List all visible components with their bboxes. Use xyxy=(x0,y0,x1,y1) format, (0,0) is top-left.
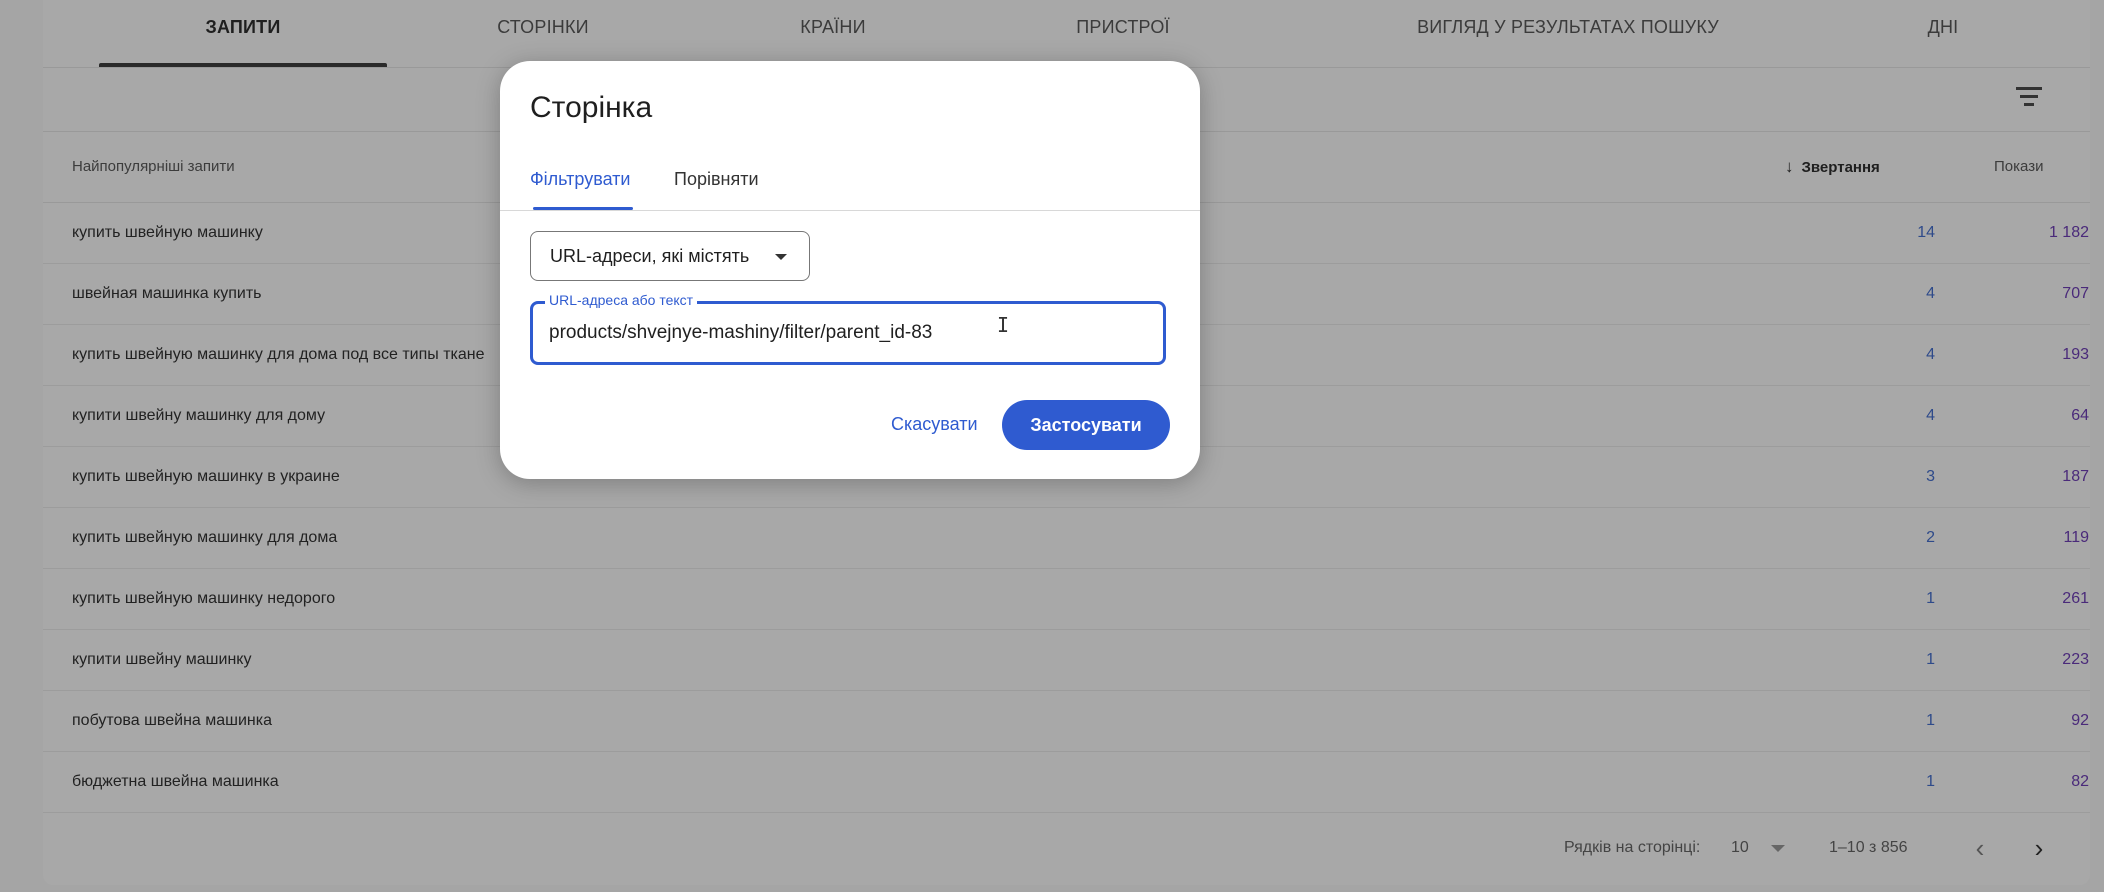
url-filter-input[interactable] xyxy=(549,316,1129,350)
query-cell: купить швейную машинку в украине xyxy=(72,468,340,485)
column-header-impressions[interactable]: Покази xyxy=(1994,132,2043,202)
rows-per-page-select[interactable]: 10 xyxy=(1731,818,1801,878)
table-row[interactable]: побутова швейна машинка 1 92 xyxy=(43,691,2090,752)
impressions-cell: 707 xyxy=(2062,285,2089,302)
tab-devices[interactable]: ПРИСТРОЇ xyxy=(1013,0,1233,54)
dialog-tabs: Фільтрувати Порівняти xyxy=(500,159,1200,211)
table-row[interactable]: купити швейну машинку 1 223 xyxy=(43,630,2090,691)
tab-filter[interactable]: Фільтрувати xyxy=(530,169,631,190)
query-cell: купить швейную машинку для дома под все … xyxy=(72,346,485,363)
tab-queries[interactable]: ЗАПИТИ xyxy=(99,0,387,54)
tab-days[interactable]: ДНІ xyxy=(1863,0,2023,54)
query-cell: купить швейную машинку xyxy=(72,224,263,241)
impressions-cell: 64 xyxy=(2071,407,2089,424)
match-type-value: URL-адреси, які містять xyxy=(550,246,750,266)
clicks-cell: 2 xyxy=(1926,529,1935,546)
filter-lines-icon[interactable] xyxy=(2016,87,2042,109)
rows-per-page-value: 10 xyxy=(1731,839,1749,856)
dialog-title: Сторінка xyxy=(530,91,653,124)
match-type-select[interactable]: URL-адреси, які містять xyxy=(530,231,810,281)
clicks-cell: 4 xyxy=(1926,346,1935,363)
clicks-cell: 4 xyxy=(1926,407,1935,424)
query-cell: купить швейную машинку для дома xyxy=(72,529,338,546)
clicks-cell: 14 xyxy=(1917,224,1935,241)
impressions-cell: 119 xyxy=(2063,529,2089,546)
impressions-cell: 92 xyxy=(2071,712,2089,729)
query-cell: швейная машинка купить xyxy=(72,285,262,302)
table-pagination: Рядків на сторінці: 10 1–10 з 856 ‹ › xyxy=(43,818,2090,878)
query-cell: купити швейну машинку для дому xyxy=(72,407,326,424)
query-cell: купити швейну машинку xyxy=(72,651,252,668)
tab-compare[interactable]: Порівняти xyxy=(674,169,759,190)
query-cell: бюджетна швейна машинка xyxy=(72,773,279,790)
table-row[interactable]: купить швейную машинку для дома 2 119 xyxy=(43,508,2090,569)
page-backdrop: ЗАПИТИ СТОРІНКИ КРАЇНИ ПРИСТРОЇ ВИГЛЯД У… xyxy=(0,0,2104,892)
page-range: 1–10 з 856 xyxy=(1829,839,1908,856)
impressions-cell: 193 xyxy=(2062,346,2089,363)
tab-countries[interactable]: КРАЇНИ xyxy=(733,0,933,54)
url-filter-field: URL-адреса або текст xyxy=(530,292,1166,365)
table-row[interactable]: бюджетна швейна машинка 1 82 xyxy=(43,752,2090,813)
clicks-cell: 1 xyxy=(1926,590,1935,607)
query-cell: побутова швейна машинка xyxy=(72,712,273,729)
column-header-clicks-label: Звертання xyxy=(1801,159,1880,176)
text-cursor-icon: I xyxy=(997,313,1010,337)
caret-down-icon xyxy=(775,254,787,260)
chevron-right-icon[interactable]: › xyxy=(2027,835,2051,861)
caret-down-icon xyxy=(1771,845,1785,852)
chevron-left-icon[interactable]: ‹ xyxy=(1968,835,1992,861)
clicks-cell: 1 xyxy=(1926,651,1935,668)
page-filter-dialog: Сторінка Фільтрувати Порівняти URL-адрес… xyxy=(500,61,1200,479)
impressions-cell: 261 xyxy=(2062,590,2089,607)
table-row[interactable]: купить швейную машинку недорого 1 261 xyxy=(43,569,2090,630)
rows-per-page-label: Рядків на сторінці: xyxy=(1564,839,1701,856)
clicks-cell: 1 xyxy=(1926,773,1935,790)
arrow-down-icon: ↓ xyxy=(1785,157,1794,176)
impressions-cell: 187 xyxy=(2062,468,2089,485)
clicks-cell: 4 xyxy=(1926,285,1935,302)
dialog-tab-indicator xyxy=(533,207,633,210)
impressions-cell: 223 xyxy=(2062,651,2089,668)
impressions-cell: 1 182 xyxy=(2048,224,2089,241)
clicks-cell: 3 xyxy=(1926,468,1935,485)
cancel-button[interactable]: Скасувати xyxy=(885,399,984,449)
column-header-clicks[interactable]: ↓ Звертання xyxy=(1785,132,1880,202)
url-field-label: URL-адреса або текст xyxy=(545,292,698,308)
impressions-cell: 82 xyxy=(2071,773,2089,790)
tab-search-appearance[interactable]: ВИГЛЯД У РЕЗУЛЬТАТАХ ПОШУКУ xyxy=(1343,0,1793,54)
tab-pages[interactable]: СТОРІНКИ xyxy=(423,0,663,54)
apply-button[interactable]: Застосувати xyxy=(1002,400,1170,450)
report-tabs: ЗАПИТИ СТОРІНКИ КРАЇНИ ПРИСТРОЇ ВИГЛЯД У… xyxy=(43,0,2090,68)
clicks-cell: 1 xyxy=(1926,712,1935,729)
query-cell: купить швейную машинку недорого xyxy=(72,590,336,607)
column-header-queries[interactable]: Найпопулярніші запити xyxy=(72,132,235,202)
